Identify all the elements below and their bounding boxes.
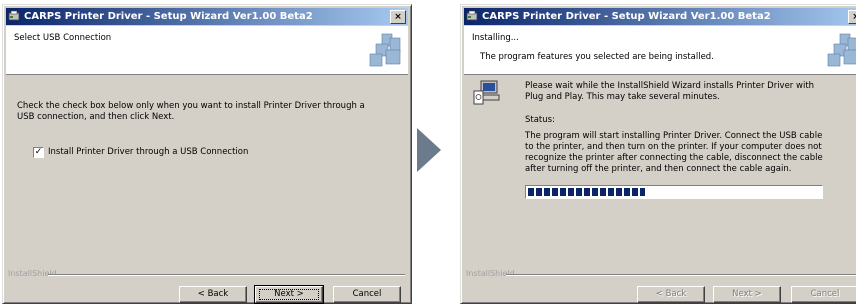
status-text: The program will start installing Printe… bbox=[525, 131, 823, 174]
setup-app-icon bbox=[8, 10, 20, 21]
footer-divider bbox=[506, 274, 856, 276]
status-label: Status: bbox=[525, 115, 555, 125]
close-button[interactable]: × bbox=[848, 10, 856, 24]
back-button[interactable]: < Back bbox=[179, 286, 247, 303]
progress-fill bbox=[528, 188, 645, 196]
wizard-header: Installing... The program features you s… bbox=[464, 26, 856, 75]
setup-wizard-window-usb: CARPS Printer Driver - Setup Wizard Ver1… bbox=[2, 4, 412, 304]
title-bar: CARPS Printer Driver - Setup Wizard Ver1… bbox=[464, 8, 856, 25]
wait-text: Please wait while the InstallShield Wiza… bbox=[525, 81, 815, 102]
computer-install-icon bbox=[473, 80, 500, 105]
setup-app-icon bbox=[466, 10, 478, 21]
title-bar: CARPS Printer Driver - Setup Wizard Ver1… bbox=[6, 8, 408, 25]
instruction-text: Check the check box below only when you … bbox=[17, 101, 365, 122]
window-title: CARPS Printer Driver - Setup Wizard Ver1… bbox=[24, 11, 313, 22]
usb-connection-checkbox-label[interactable]: Install Printer Driver through a USB Con… bbox=[48, 147, 248, 158]
back-button[interactable]: < Back bbox=[637, 286, 705, 303]
installshield-banner-graphic bbox=[827, 33, 856, 67]
next-button[interactable]: Next > bbox=[713, 286, 781, 303]
step-title: Installing... bbox=[472, 33, 519, 43]
cancel-button[interactable]: Cancel bbox=[333, 286, 401, 303]
setup-wizard-window-installing: CARPS Printer Driver - Setup Wizard Ver1… bbox=[460, 4, 856, 304]
wizard-header: Select USB Connection bbox=[6, 26, 408, 75]
footer-divider bbox=[48, 274, 405, 276]
next-button[interactable]: Next > bbox=[254, 285, 324, 304]
focus-indicator bbox=[259, 289, 319, 300]
installshield-banner-graphic bbox=[369, 33, 401, 67]
window-title: CARPS Printer Driver - Setup Wizard Ver1… bbox=[482, 11, 771, 22]
cancel-button[interactable]: Cancel bbox=[791, 286, 856, 303]
next-step-arrow-icon bbox=[417, 128, 441, 172]
step-subtitle: The program features you selected are be… bbox=[480, 52, 714, 62]
step-title: Select USB Connection bbox=[14, 33, 112, 43]
install-progress-bar bbox=[525, 185, 823, 199]
close-button[interactable]: × bbox=[390, 10, 406, 24]
usb-connection-checkbox[interactable]: ✓ bbox=[33, 147, 44, 158]
